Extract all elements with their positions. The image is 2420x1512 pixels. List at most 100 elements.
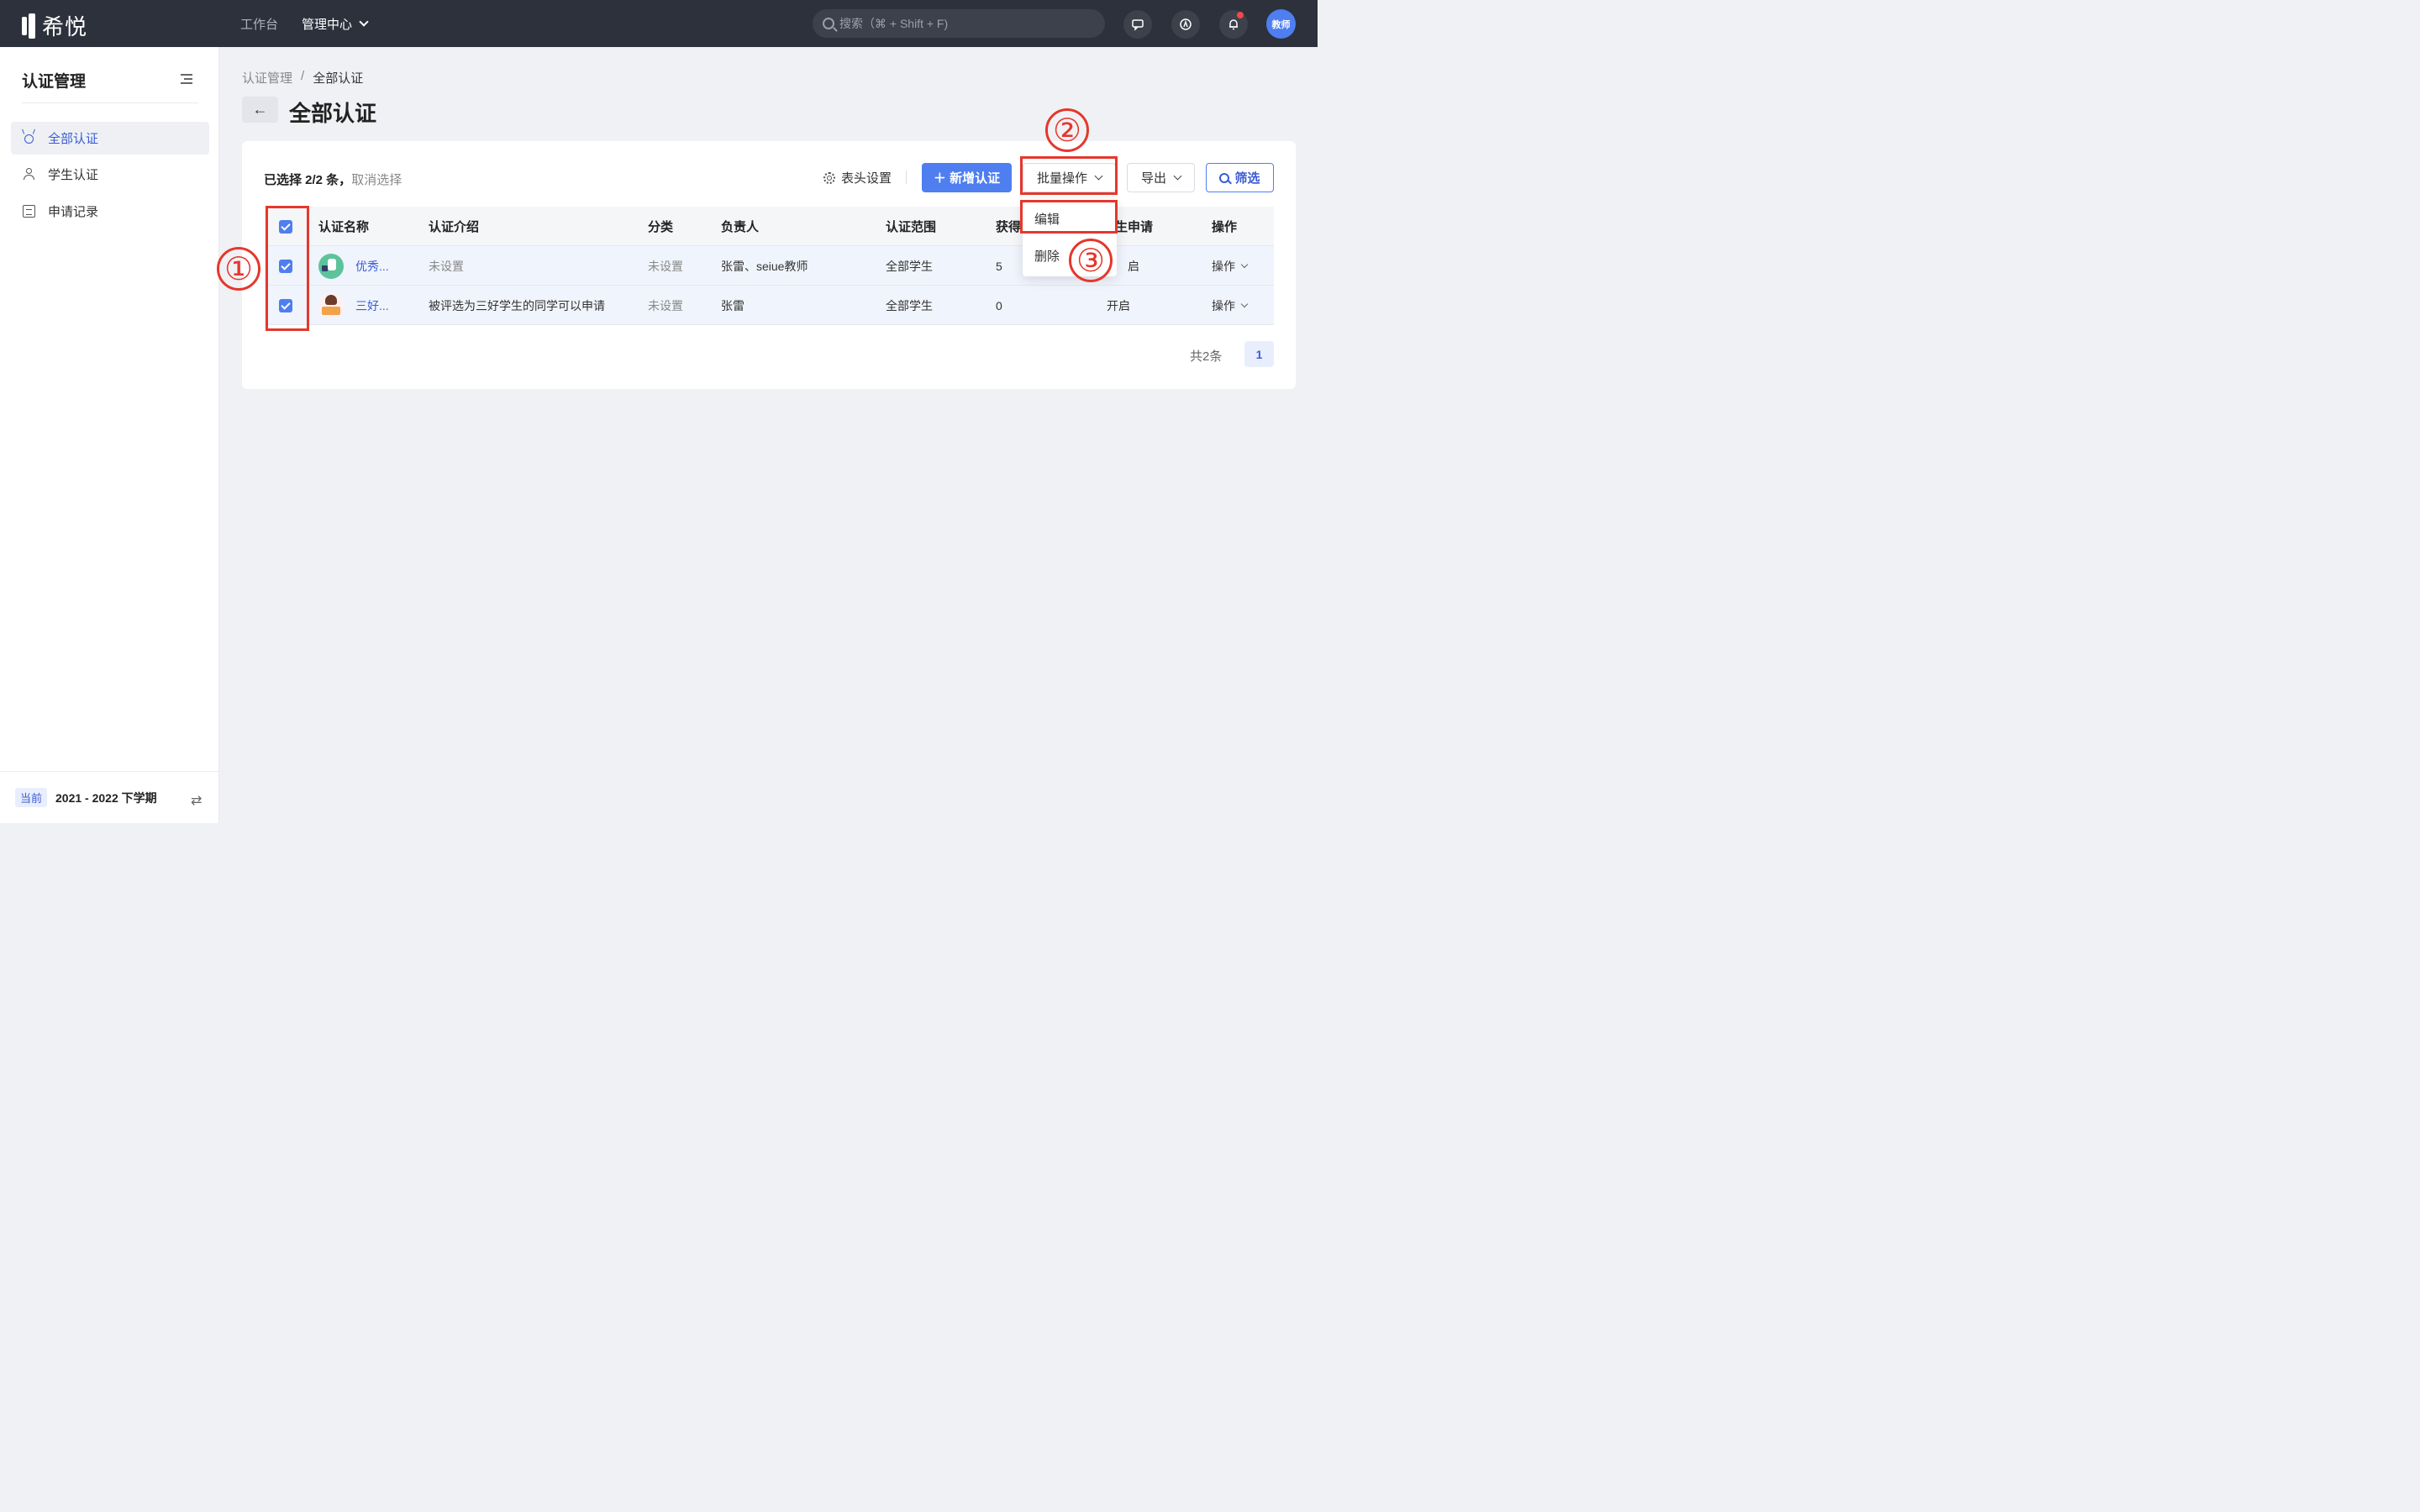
export-label: 导出	[1140, 171, 1166, 186]
sidebar: 认证管理 全部认证 学生认证 申请记录 当前 2021 - 2022 下学期 ⇄	[0, 47, 219, 823]
cert-owner: 张雷、seiue教师	[721, 259, 808, 273]
annotation-box-batch	[1020, 156, 1118, 195]
page-title: 全部认证	[289, 101, 377, 126]
cert-name-cell: 优秀...	[318, 246, 389, 286]
col-header-intro[interactable]: 认证介绍	[429, 207, 479, 246]
chevron-down-icon	[1240, 260, 1249, 268]
table-row[interactable]: 三好... 被评选为三好学生的同学可以申请 未设置 张雷 全部学生 0 开启 操…	[265, 286, 1274, 325]
header-settings-button[interactable]: 表头设置	[823, 169, 892, 186]
breadcrumb-parent[interactable]: 认证管理	[242, 69, 292, 87]
avatar[interactable]: 教师	[1266, 9, 1296, 39]
chevron-down-icon	[1173, 171, 1182, 181]
table-header-row: 认证名称 认证介绍 分类 负责人 认证范围 获得 生申请 操作	[265, 207, 1274, 246]
cert-apply-status: 开启	[1107, 298, 1130, 312]
annotation-box-edit	[1020, 200, 1118, 234]
compass-icon	[1180, 18, 1192, 30]
cert-name-link[interactable]: 三好...	[355, 297, 389, 314]
top-bar: 希悦 工作台 管理中心 搜索（⌘ + Shift + F) 教师	[0, 0, 1318, 47]
export-button[interactable]: 导出	[1127, 163, 1195, 192]
annotation-box-checkboxes	[266, 206, 309, 331]
cert-list-card: 已选择 2/2 条，取消选择 表头设置 ＋ 新增认证 批量操作 导出 筛选 认证…	[242, 141, 1296, 389]
col-header-scope[interactable]: 认证范围	[886, 207, 936, 246]
sidebar-item-label: 全部认证	[48, 132, 99, 146]
col-header-name[interactable]: 认证名称	[318, 207, 369, 246]
toolbar-divider	[906, 171, 907, 184]
cert-owner: 张雷	[721, 298, 744, 312]
cert-obtained-count: 5	[996, 259, 1002, 273]
cert-scope: 全部学生	[886, 298, 933, 312]
sidebar-item-label: 申请记录	[48, 205, 99, 219]
cert-badge-image	[318, 292, 344, 318]
col-header-owner[interactable]: 负责人	[721, 207, 759, 246]
cert-obtained-count: 0	[996, 298, 1002, 312]
table-row[interactable]: 优秀... 未设置 未设置 张雷、seiue教师 全部学生 5 启 操作	[265, 246, 1274, 286]
arrow-left-icon: ←	[252, 101, 268, 118]
selection-info: 已选择 2/2 条，取消选择	[264, 171, 402, 188]
sidebar-item-label: 学生认证	[48, 168, 99, 182]
sidebar-divider	[22, 102, 198, 103]
annotation-number-3: ③	[1069, 239, 1113, 282]
col-header-category[interactable]: 分类	[648, 207, 673, 246]
row-action-label: 操作	[1212, 298, 1235, 312]
back-button[interactable]: ←	[242, 97, 278, 123]
cert-name-cell: 三好...	[318, 286, 389, 325]
filter-label: 筛选	[1234, 171, 1260, 186]
cert-intro: 被评选为三好学生的同学可以申请	[429, 298, 605, 312]
gear-icon	[823, 171, 835, 184]
search-input[interactable]: 搜索（⌘ + Shift + F)	[813, 9, 1105, 38]
search-icon	[823, 18, 834, 29]
swap-icon[interactable]: ⇄	[191, 792, 202, 809]
cert-intro: 未设置	[429, 259, 464, 273]
collapse-sidebar-icon[interactable]	[181, 74, 192, 84]
logo-text: 希悦	[42, 15, 88, 40]
term-switcher[interactable]: 当前 2021 - 2022 下学期 ⇄	[0, 771, 219, 823]
notification-button[interactable]	[1219, 10, 1248, 39]
col-header-action: 操作	[1212, 220, 1238, 234]
cert-category: 未设置	[648, 259, 683, 273]
current-term-badge: 当前	[15, 788, 48, 807]
cert-apply-status: 启	[1128, 259, 1139, 273]
bell-icon	[1229, 19, 1238, 30]
breadcrumb-separator: /	[301, 69, 305, 83]
pagination-page-1[interactable]: 1	[1244, 341, 1274, 367]
add-cert-button[interactable]: ＋ 新增认证	[922, 163, 1012, 192]
col-header-obtained[interactable]: 获得	[996, 207, 1021, 246]
app-store-button[interactable]	[1171, 10, 1200, 39]
selection-count: 已选择 2/2 条，	[264, 173, 352, 187]
cert-name-link[interactable]: 优秀...	[355, 258, 389, 275]
row-action-menu[interactable]: 操作	[1212, 246, 1249, 286]
logo[interactable]: 希悦	[22, 10, 87, 41]
sidebar-item-student-certs[interactable]: 学生认证	[11, 158, 209, 191]
current-term-label: 2021 - 2022 下学期	[55, 790, 157, 805]
sidebar-title: 认证管理	[22, 73, 87, 91]
user-icon	[23, 168, 35, 181]
cancel-selection-link[interactable]: 取消选择	[351, 173, 402, 187]
breadcrumb: 认证管理 / 全部认证	[242, 69, 363, 87]
cert-table: 认证名称 认证介绍 分类 负责人 认证范围 获得 生申请 操作 优秀... 未设…	[265, 207, 1274, 325]
annotation-number-1: ①	[217, 247, 260, 291]
filter-button[interactable]: 筛选	[1206, 163, 1274, 192]
message-button[interactable]	[1123, 10, 1152, 39]
nav-workbench[interactable]: 工作台	[240, 15, 278, 33]
sidebar-item-apply-records[interactable]: 申请记录	[11, 195, 209, 228]
cert-badge-image	[318, 253, 344, 279]
cert-scope: 全部学生	[886, 259, 933, 273]
row-action-label: 操作	[1212, 259, 1235, 273]
cert-category: 未设置	[648, 298, 683, 312]
header-settings-label: 表头设置	[841, 171, 892, 186]
chevron-down-icon	[359, 17, 369, 27]
notification-dot	[1237, 12, 1244, 18]
batch-delete-item[interactable]: 删除	[1034, 247, 1060, 265]
chevron-down-icon	[1240, 300, 1249, 307]
pagination-total: 共2条	[1190, 349, 1223, 364]
sidebar-item-all-certs[interactable]: 全部认证	[11, 122, 209, 155]
nav-admin-center-label: 管理中心	[302, 18, 353, 32]
nav-admin-center[interactable]: 管理中心	[302, 15, 369, 33]
medal-icon	[24, 134, 34, 144]
col-header-apply[interactable]: 生申请	[1115, 207, 1153, 246]
row-action-menu[interactable]: 操作	[1212, 286, 1249, 325]
breadcrumb-current: 全部认证	[313, 71, 364, 86]
search-icon	[1219, 172, 1230, 183]
annotation-number-2: ②	[1045, 108, 1089, 152]
document-icon	[23, 205, 35, 218]
